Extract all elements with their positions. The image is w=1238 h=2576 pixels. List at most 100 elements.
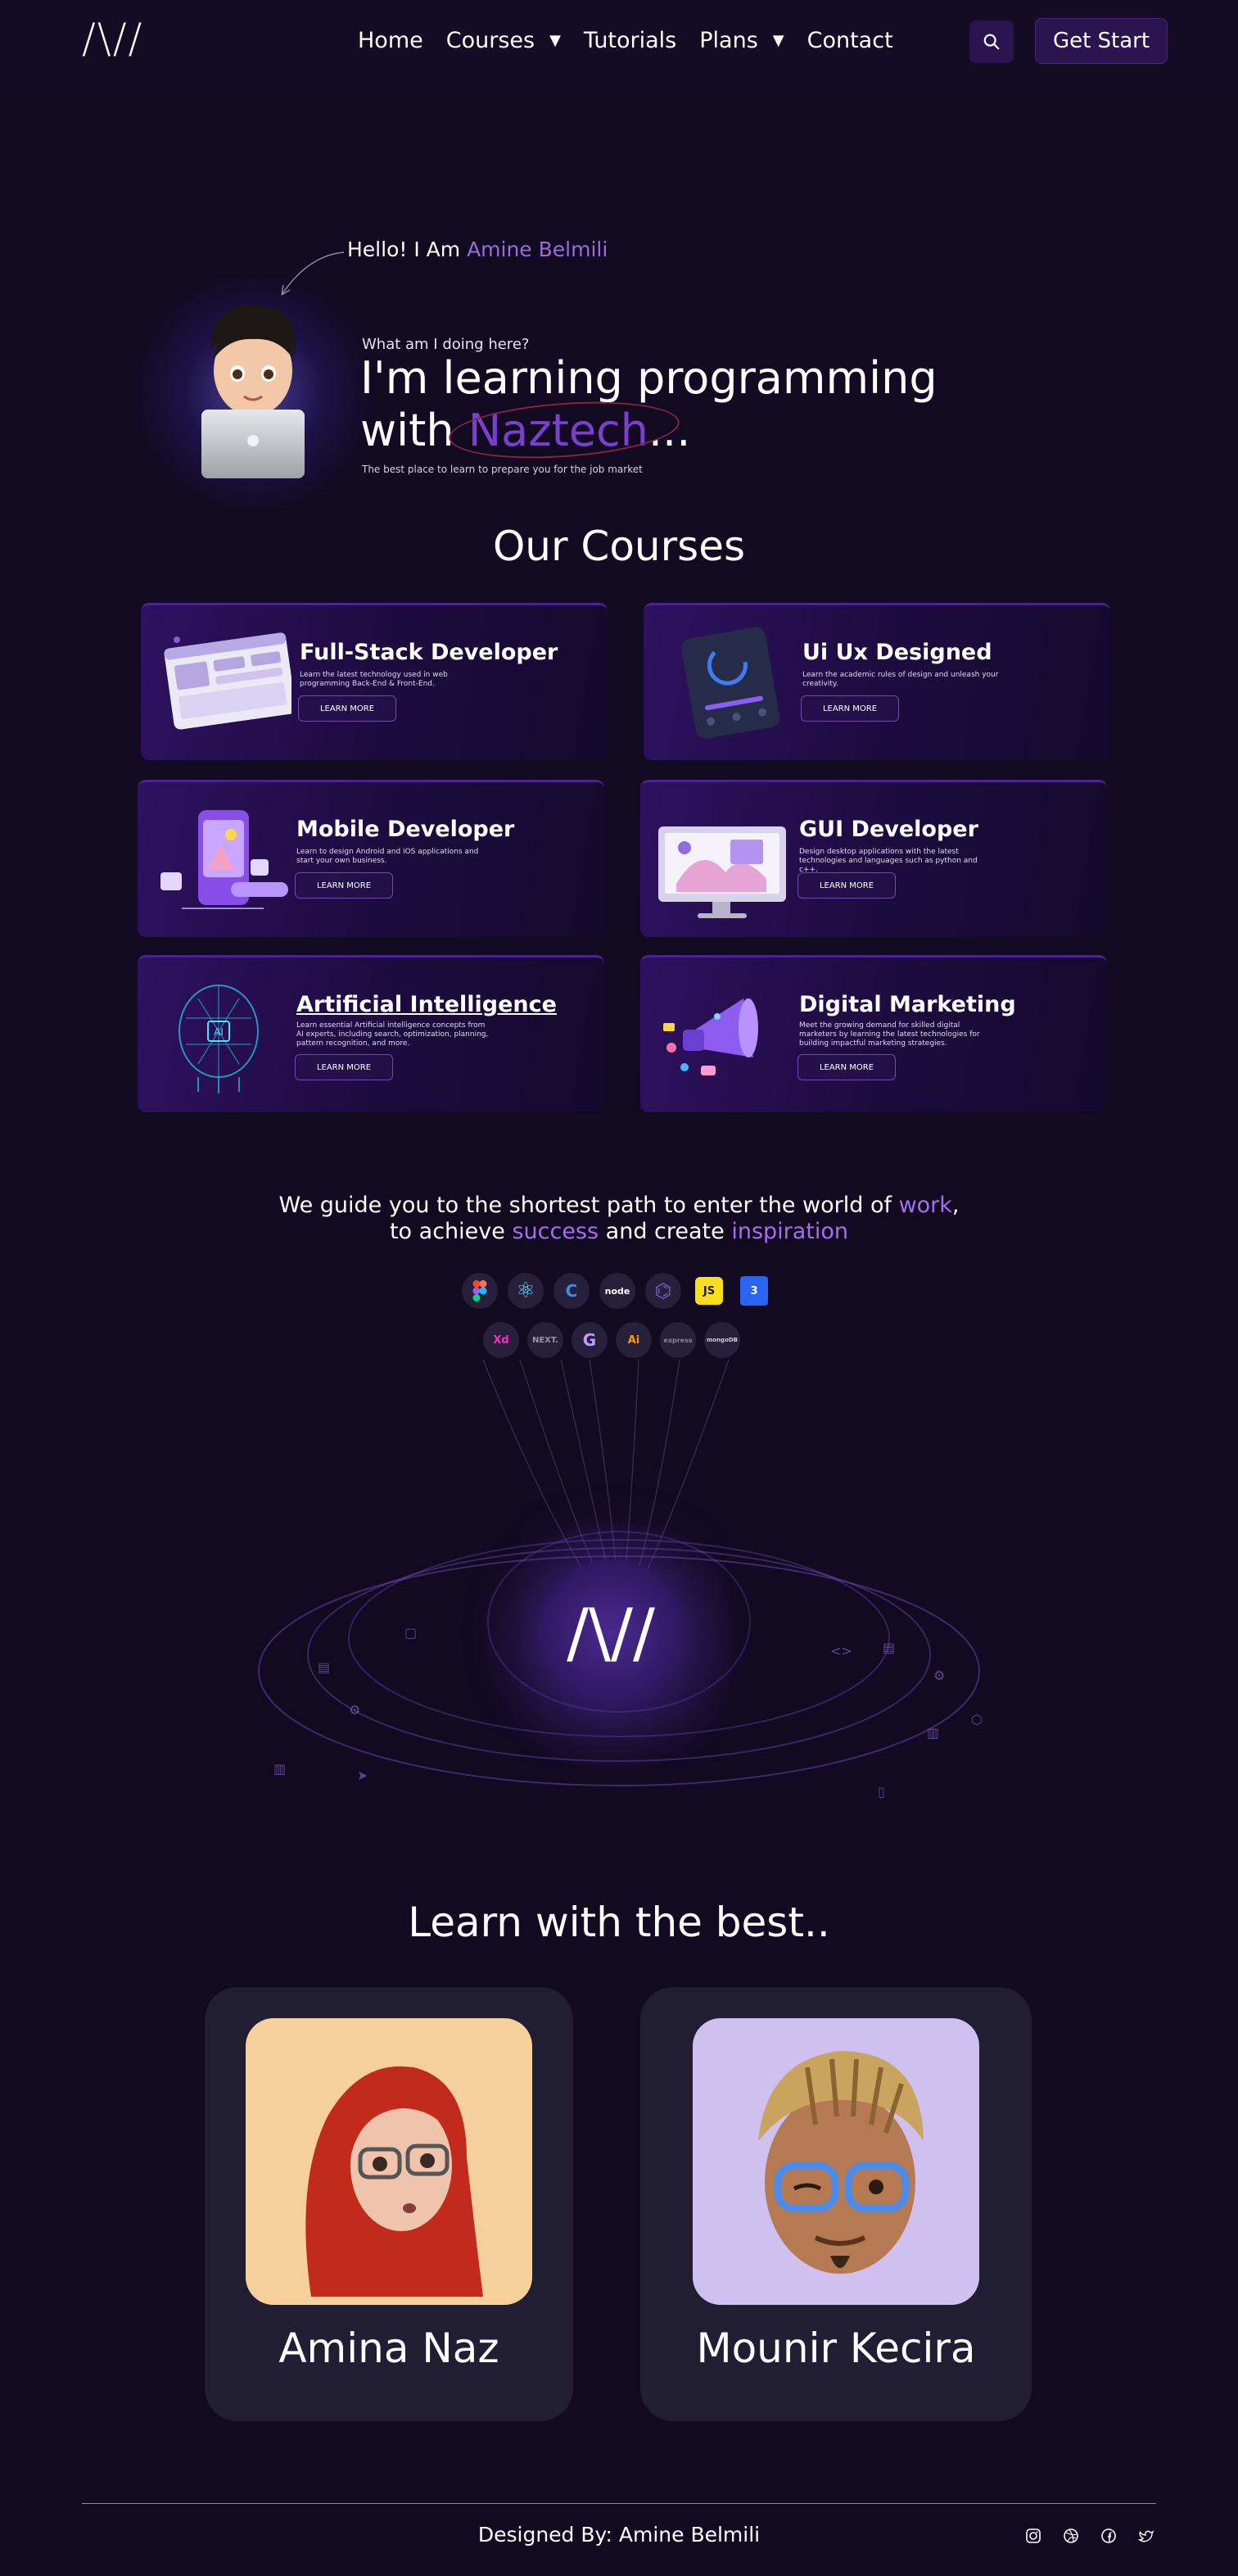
- redux-icon: ⌬: [645, 1273, 681, 1309]
- course-desc: Learn to design Android and iOS applicat…: [296, 848, 479, 865]
- course-title: Ui Ux Designed: [802, 640, 992, 665]
- site-logo[interactable]: /\//: [82, 15, 143, 62]
- learn-more-button[interactable]: LEARN MORE: [295, 872, 393, 899]
- twitter-icon[interactable]: [1138, 2528, 1154, 2544]
- guide-line2-mid: and create: [599, 1219, 732, 1244]
- chevron-down-icon: ▼: [772, 32, 784, 49]
- nav-courses-label: Courses: [445, 28, 535, 53]
- gear-icon: ⚙: [933, 1668, 946, 1683]
- code-file-icon: ▤: [318, 1659, 331, 1675]
- course-desc: Design desktop applications with the lat…: [799, 848, 978, 874]
- figma-icon: [462, 1273, 498, 1309]
- course-card-ai[interactable]: AI Artificial Intelligence Learn essenti…: [138, 955, 604, 1112]
- course-card-mobile[interactable]: Mobile Developer Learn to design Android…: [138, 780, 604, 937]
- instructor-card-mounir[interactable]: Mounir Kecira: [640, 1987, 1032, 2421]
- nav-tutorials[interactable]: Tutorials: [584, 28, 676, 53]
- browser-window-illustration: [164, 632, 291, 730]
- trash-icon: ▥: [273, 1761, 287, 1777]
- main-menu: Home Courses ▼ Tutorials Plans ▼ Contact: [358, 28, 893, 53]
- course-desc: Learn the academic rules of design and u…: [802, 671, 999, 688]
- social-links: [1025, 2528, 1154, 2544]
- course-title: Digital Marketing: [799, 992, 1016, 1017]
- learn-more-button[interactable]: LEARN MORE: [801, 695, 899, 722]
- guide-line2: to achieve: [389, 1219, 513, 1244]
- course-title: GUI Developer: [799, 817, 978, 842]
- course-card-fullstack[interactable]: Full-Stack Developer Learn the latest te…: [141, 603, 608, 760]
- hello-name: Amine Belmili: [467, 238, 608, 261]
- guide-accent-success: success: [512, 1219, 599, 1244]
- megaphone-illustration: [663, 998, 758, 1075]
- course-card-uiux[interactable]: Ui Ux Designed Learn the academic rules …: [644, 603, 1110, 760]
- course-desc: Learn the latest technology used in web …: [300, 671, 448, 688]
- hero-greeting: Hello! I Am Amine Belmili: [347, 238, 608, 261]
- learn-more-button[interactable]: LEARN MORE: [298, 695, 396, 722]
- nextjs-icon: NEXT.: [527, 1322, 563, 1358]
- nav-contact-label: Contact: [807, 28, 893, 53]
- react-icon: ⚛: [508, 1273, 544, 1309]
- courses-title: Our Courses: [492, 523, 746, 570]
- guide-accent-work: work: [898, 1193, 952, 1218]
- ai-brain-icon: AI: [178, 985, 259, 1093]
- express-icon: express: [660, 1322, 696, 1358]
- instructor-name: Mounir Kecira: [696, 2325, 976, 2372]
- nav-tutorials-label: Tutorials: [583, 28, 677, 53]
- c-lang-icon: C: [553, 1273, 590, 1309]
- chevron-down-icon: ▼: [549, 32, 561, 49]
- nav-plans[interactable]: Plans ▼: [699, 28, 784, 53]
- facebook-icon[interactable]: [1100, 2528, 1117, 2544]
- search-icon: [983, 34, 1000, 50]
- get-start-button[interactable]: Get Start: [1035, 18, 1168, 64]
- learn-more-button[interactable]: LEARN MORE: [797, 872, 896, 899]
- adobe-xd-icon: Xd: [483, 1322, 519, 1358]
- design-device-illustration: [681, 627, 780, 739]
- instructor-card-amina[interactable]: Amina Naz: [205, 1987, 573, 2421]
- footer-divider: [82, 2503, 1156, 2504]
- tech-icons-row-2: Xd NEXT. G Ai express mongoDB: [483, 1322, 740, 1358]
- svg-text:AI: AI: [214, 1026, 224, 1038]
- nav-plans-label: Plans: [699, 28, 758, 53]
- hello-arrow: [281, 251, 345, 296]
- course-title: Full-Stack Developer: [300, 640, 558, 665]
- document-icon: ▢: [404, 1625, 418, 1641]
- guide-text: We guide you to the shortest path to ent…: [0, 1193, 1238, 1245]
- course-title: Mobile Developer: [296, 817, 515, 842]
- learn-more-button[interactable]: LEARN MORE: [295, 1054, 393, 1080]
- course-title: Artificial Intelligence: [296, 992, 557, 1017]
- desktop-monitor-illustration: [658, 826, 786, 918]
- hero-avatar: [201, 305, 305, 478]
- nav-home[interactable]: Home: [358, 28, 423, 53]
- guide-line1-end: ,: [951, 1193, 960, 1218]
- hero-description: The best place to learn to prepare you f…: [362, 464, 643, 475]
- hero-subtitle: What am I doing here?: [362, 336, 530, 353]
- instructors-title: Learn with the best..: [408, 1899, 830, 1946]
- learn-more-button[interactable]: LEARN MORE: [797, 1054, 896, 1080]
- css3-icon: 3: [740, 1276, 768, 1306]
- guide-line1: We guide you to the shortest path to ent…: [278, 1193, 899, 1218]
- course-card-gui[interactable]: GUI Developer Design desktop application…: [640, 780, 1107, 937]
- course-desc: Meet the growing demand for skilled digi…: [799, 1021, 980, 1048]
- gatsby-icon: G: [572, 1322, 608, 1358]
- hello-prefix: Hello! I Am: [347, 238, 468, 261]
- avatar: [246, 2018, 532, 2305]
- course-desc: Learn essential Artificial intelligence …: [296, 1021, 489, 1048]
- instagram-icon[interactable]: [1025, 2528, 1041, 2544]
- orbit-center-logo: /\//: [538, 1560, 684, 1705]
- nav-contact[interactable]: Contact: [807, 28, 893, 53]
- tech-icons-row-1: ⚛ C node ⌬ JS 3: [462, 1273, 771, 1309]
- mongodb-icon: mongoDB: [704, 1322, 740, 1358]
- guide-accent-inspiration: inspiration: [731, 1219, 849, 1244]
- database-icon: ▥: [927, 1725, 940, 1741]
- course-card-marketing[interactable]: Digital Marketing Meet the growing deman…: [640, 955, 1107, 1112]
- search-button[interactable]: [969, 20, 1014, 63]
- glasses-avatar-illustration: [758, 2051, 924, 2274]
- shield-icon: ⬡: [971, 1712, 983, 1727]
- dribbble-icon[interactable]: [1063, 2528, 1079, 2544]
- smartphone-illustration: [160, 810, 288, 909]
- instructor-name: Amina Naz: [278, 2325, 499, 2372]
- nav-home-label: Home: [358, 28, 423, 53]
- code-brackets-icon: <>: [830, 1643, 852, 1659]
- nav-courses[interactable]: Courses ▼: [446, 28, 561, 53]
- avatar: [693, 2018, 979, 2305]
- illustrator-icon: Ai: [616, 1322, 652, 1358]
- hijab-avatar-illustration: [305, 2066, 483, 2297]
